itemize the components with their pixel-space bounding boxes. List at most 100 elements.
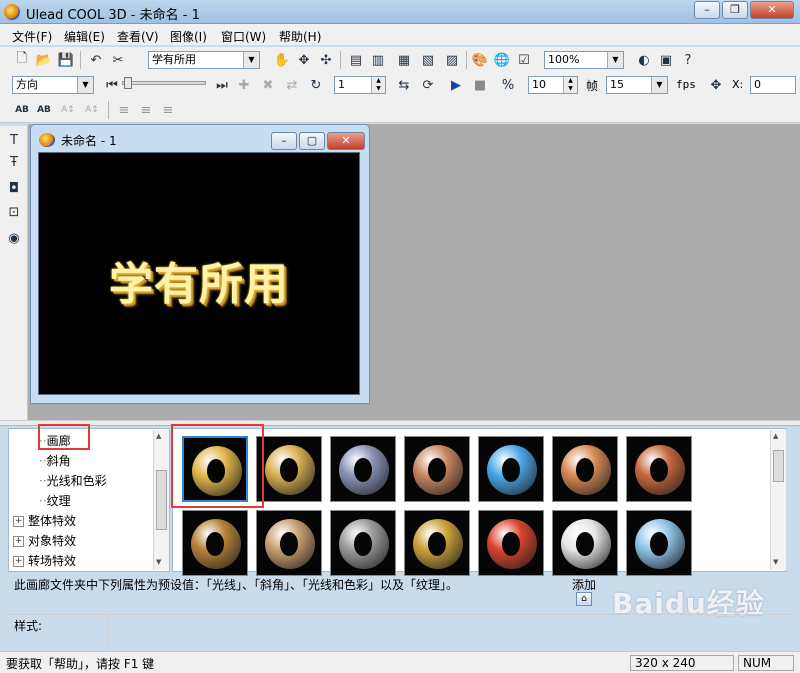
play-icon[interactable]: ▶ [446,75,466,95]
doc-minimize-button[interactable]: – [271,132,297,150]
color-picker-icon[interactable]: 🎨 [470,50,490,70]
remove-key-icon[interactable]: ✖ [258,75,278,95]
edit-text-icon[interactable]: Ŧ [4,152,24,172]
text-italic-icon[interactable]: A↕ [82,100,102,120]
x-field[interactable]: 0 [750,76,796,94]
tree-group-transition-fx[interactable]: + 转场特效 [13,551,76,571]
fps-combo[interactable]: 15 ▼ [606,76,668,94]
direction-combo[interactable]: 方向 ▼ [12,76,94,94]
align-right-icon[interactable]: ≡ [158,100,178,120]
spin-arrows[interactable]: ▲ ▼ [371,77,385,93]
gallery-thumbnail[interactable] [182,510,248,576]
expand-icon[interactable]: + [13,556,24,567]
layout-icon-1[interactable]: ▤ [346,50,366,70]
gallery-scrollbar[interactable]: ▲ ▼ [770,430,786,570]
gallery-thumbnail[interactable] [256,436,322,502]
tree-scrollbar[interactable]: ▲ ▼ [153,430,169,570]
close-button[interactable]: ✕ [750,1,794,19]
menu-help[interactable]: 帮助(H) [279,28,321,45]
hand-icon[interactable]: ✋ [272,50,292,70]
gallery-thumbnail[interactable] [404,510,470,576]
render-canvas[interactable]: 学有所用 [38,152,360,395]
globe-icon[interactable]: 🌐 [492,50,512,70]
bounce-icon[interactable]: ⇆ [394,75,414,95]
menu-file[interactable]: 文件(F) [12,28,52,45]
timeline-thumb[interactable] [124,77,132,89]
doc-maximize-button[interactable]: ▢ [299,132,325,150]
add-to-gallery-icon[interactable]: ⌂ [576,592,592,606]
scroll-down-icon[interactable]: ▼ [773,558,778,566]
restore-button[interactable]: ❐ [722,1,748,19]
align-left-icon[interactable]: ≡ [114,100,134,120]
expand-icon[interactable]: + [13,536,24,547]
tree-item-light-color[interactable]: ··光线和色彩 [39,471,107,491]
first-frame-icon[interactable]: ⏮ [102,75,122,95]
minimize-button[interactable]: – [694,1,720,19]
align-center-icon[interactable]: ≡ [136,100,156,120]
tree-group-global-fx[interactable]: + 整体特效 [13,511,76,531]
move-tool-icon[interactable]: ✣ [316,50,336,70]
chevron-down-icon[interactable]: ▼ [243,52,259,68]
layout-icon-3[interactable]: ▦ [394,50,414,70]
3d-text-object[interactable]: 学有所用 [39,248,359,312]
stop-icon[interactable]: ■ [470,75,490,95]
edit-graphic-icon[interactable]: ⊡ [4,202,24,222]
text-line-spacing-icon[interactable]: AB [34,100,54,120]
percent-icon[interactable]: % [498,75,518,95]
gallery-thumbnail[interactable] [478,510,544,576]
text-spacing-icon[interactable]: AB [12,100,32,120]
last-frame-icon[interactable]: ⏭ [212,75,232,95]
help-pointer-icon[interactable]: ? [678,50,698,70]
layout-icon-4[interactable]: ▧ [418,50,438,70]
chevron-down-icon[interactable]: ▼ [651,77,667,93]
open-folder-icon[interactable]: 📂 [34,50,54,70]
menu-image[interactable]: 图像(I) [170,28,207,45]
scroll-up-icon[interactable]: ▲ [773,432,778,440]
insert-graphic-icon[interactable]: ◘ [4,178,24,198]
gallery-thumbnail[interactable] [552,436,618,502]
gallery-thumbnail[interactable] [330,436,396,502]
scroll-down-icon[interactable]: ▼ [156,558,161,566]
gallery-thumbnail[interactable] [626,436,692,502]
position-tool-icon[interactable]: ✥ [706,75,726,95]
frame-spinner[interactable]: 1 ▲ ▼ [334,76,386,94]
app-icon[interactable] [4,4,20,20]
chevron-down-icon[interactable]: ▼ [607,52,623,68]
reverse-key-icon[interactable]: ⇄ [282,75,302,95]
expand-icon[interactable]: + [13,516,24,527]
timeline-slider[interactable] [122,81,206,85]
menu-edit[interactable]: 编辑(E) [64,28,105,45]
tree-item-texture[interactable]: ··纹理 [39,491,71,511]
gallery-thumbnail[interactable] [478,436,544,502]
new-file-icon[interactable]: 🗋 [12,50,32,70]
scroll-thumb[interactable] [773,450,784,482]
tree-item-bevel[interactable]: ··斜角 [39,451,71,471]
layout-icon-5[interactable]: ▨ [442,50,462,70]
scroll-up-icon[interactable]: ▲ [156,432,161,440]
insert-geometry-icon[interactable]: ◉ [4,228,24,248]
frames-spinner[interactable]: 10 ▲ ▼ [528,76,578,94]
gallery-thumbnail[interactable] [552,510,618,576]
scroll-thumb[interactable] [156,470,167,530]
export-icon[interactable]: ▣ [656,50,676,70]
text-bold-icon[interactable]: A↕ [58,100,78,120]
rotate-tool-icon[interactable]: ✥ [294,50,314,70]
insert-text-icon[interactable]: T [4,130,24,150]
add-key-icon[interactable]: ✚ [234,75,254,95]
gallery-thumbnail[interactable] [256,510,322,576]
chevron-down-icon[interactable]: ▼ [77,77,93,93]
object-combo[interactable]: 学有所用 ▼ [148,51,260,69]
gallery-thumbnail[interactable] [330,510,396,576]
layout-icon-2[interactable]: ▥ [368,50,388,70]
menu-view[interactable]: 查看(V) [117,28,159,45]
gallery-thumbnail[interactable] [404,436,470,502]
gallery-thumbnail[interactable] [626,510,692,576]
panel-splitter[interactable] [0,420,800,426]
spin-arrows[interactable]: ▲ ▼ [563,77,577,93]
menu-window[interactable]: 窗口(W) [221,28,266,45]
save-icon[interactable]: 💾 [56,50,76,70]
undo-icon[interactable]: ↶ [86,50,106,70]
loop-icon[interactable]: ↻ [306,75,326,95]
checkbox-icon[interactable]: ☑ [514,50,534,70]
cut-icon[interactable]: ✂ [108,50,128,70]
